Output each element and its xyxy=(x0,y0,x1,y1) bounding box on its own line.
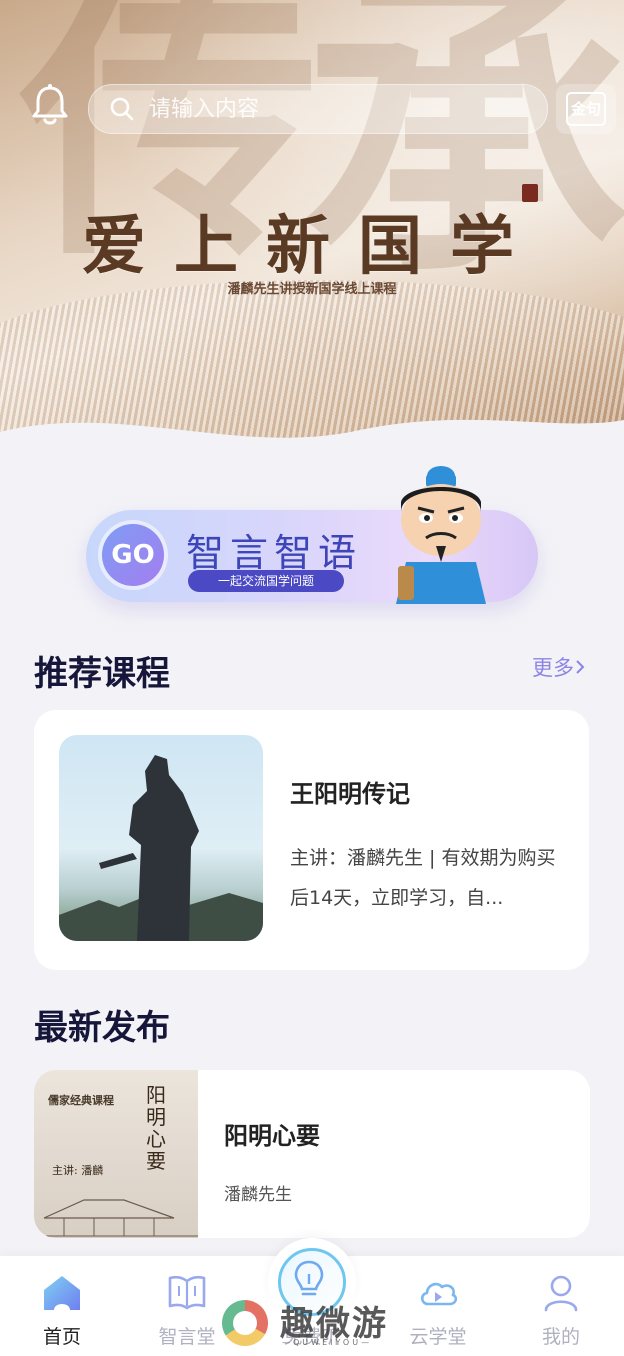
tab-zhiyantang-label: 智言堂 xyxy=(158,1326,216,1348)
hero-title: 爱上新国学 xyxy=(82,209,542,284)
sage-cartoon-image xyxy=(396,466,486,604)
search-icon xyxy=(110,97,134,121)
quote-label: 金句 xyxy=(566,92,606,126)
cover-lecturer: 主讲: 潘麟 xyxy=(52,1164,104,1177)
latest-section-title: 最新发布 xyxy=(34,1008,170,1048)
search-bar[interactable] xyxy=(88,84,548,134)
latest-item-cover-image: 儒家经典课程 阳明心要 主讲: 潘麟 xyxy=(34,1070,198,1238)
cover-title: 阳明心要 xyxy=(146,1083,166,1173)
hero-wave xyxy=(0,419,624,460)
hero-subtitle: 潘麟先生讲授新国学线上课程 xyxy=(227,282,397,297)
tab-mine[interactable]: 我的 xyxy=(516,1256,606,1356)
statue-illustration xyxy=(59,755,263,941)
tab-zhiyantang[interactable]: 智言堂 xyxy=(142,1256,232,1356)
course-title: 王阳明传记 xyxy=(290,780,410,808)
tab-free-listen[interactable] xyxy=(268,1238,356,1326)
banner-subtitle: 一起交流国学问题 xyxy=(188,570,344,592)
more-link[interactable]: 更多 xyxy=(532,652,586,682)
course-description: 主讲：潘麟先生 | 有效期为购买后14天，立即学习，自... xyxy=(290,847,556,909)
course-cover-image xyxy=(59,735,263,941)
latest-item-author: 潘麟先生 xyxy=(224,1185,292,1205)
tab-yunxuetang-label: 云学堂 xyxy=(409,1326,467,1348)
hero-banner: 传 承 爱上新国学 潘麟先生讲授新国学线上课程 xyxy=(0,0,624,460)
course-card[interactable]: 王阳明传记 主讲：潘麟先生 | 有效期为购买后14天，立即学习，自... xyxy=(34,710,589,970)
tab-yunxuetang[interactable]: 云学堂 xyxy=(393,1256,483,1356)
cover-series-label: 儒家经典课程 xyxy=(48,1094,114,1107)
home-icon xyxy=(44,1276,80,1310)
tab-home[interactable]: 首页 xyxy=(17,1256,107,1356)
user-icon xyxy=(544,1275,578,1312)
top-bar: 金句 xyxy=(0,80,624,136)
recommend-section-title: 推荐课程 xyxy=(34,654,170,694)
tab-free-listen-label: 免费听 xyxy=(283,1326,341,1348)
book-icon xyxy=(168,1275,206,1310)
more-label: 更多 xyxy=(532,656,574,680)
tab-mine-label: 我的 xyxy=(541,1326,580,1348)
banner-title: 智言智语 xyxy=(186,531,363,575)
cover-temple-sketch xyxy=(34,1199,198,1237)
latest-item-title: 阳明心要 xyxy=(224,1122,320,1150)
lightbulb-icon xyxy=(294,1260,324,1296)
bell-icon[interactable] xyxy=(30,82,70,126)
cloud-icon xyxy=(420,1282,458,1306)
seal-stamp xyxy=(522,184,538,202)
center-tab-ring xyxy=(278,1248,346,1316)
tab-home-label: 首页 xyxy=(42,1326,81,1348)
quote-button[interactable]: 金句 xyxy=(556,84,616,134)
go-button[interactable]: GO xyxy=(102,524,164,586)
zhiyan-banner[interactable]: GO 智言智语 一起交流国学问题 xyxy=(86,466,538,604)
search-input[interactable] xyxy=(147,95,511,123)
chevron-right-icon xyxy=(576,660,585,674)
latest-item-card[interactable]: 儒家经典课程 阳明心要 主讲: 潘麟 阳明心要 潘麟先生 xyxy=(34,1070,590,1238)
